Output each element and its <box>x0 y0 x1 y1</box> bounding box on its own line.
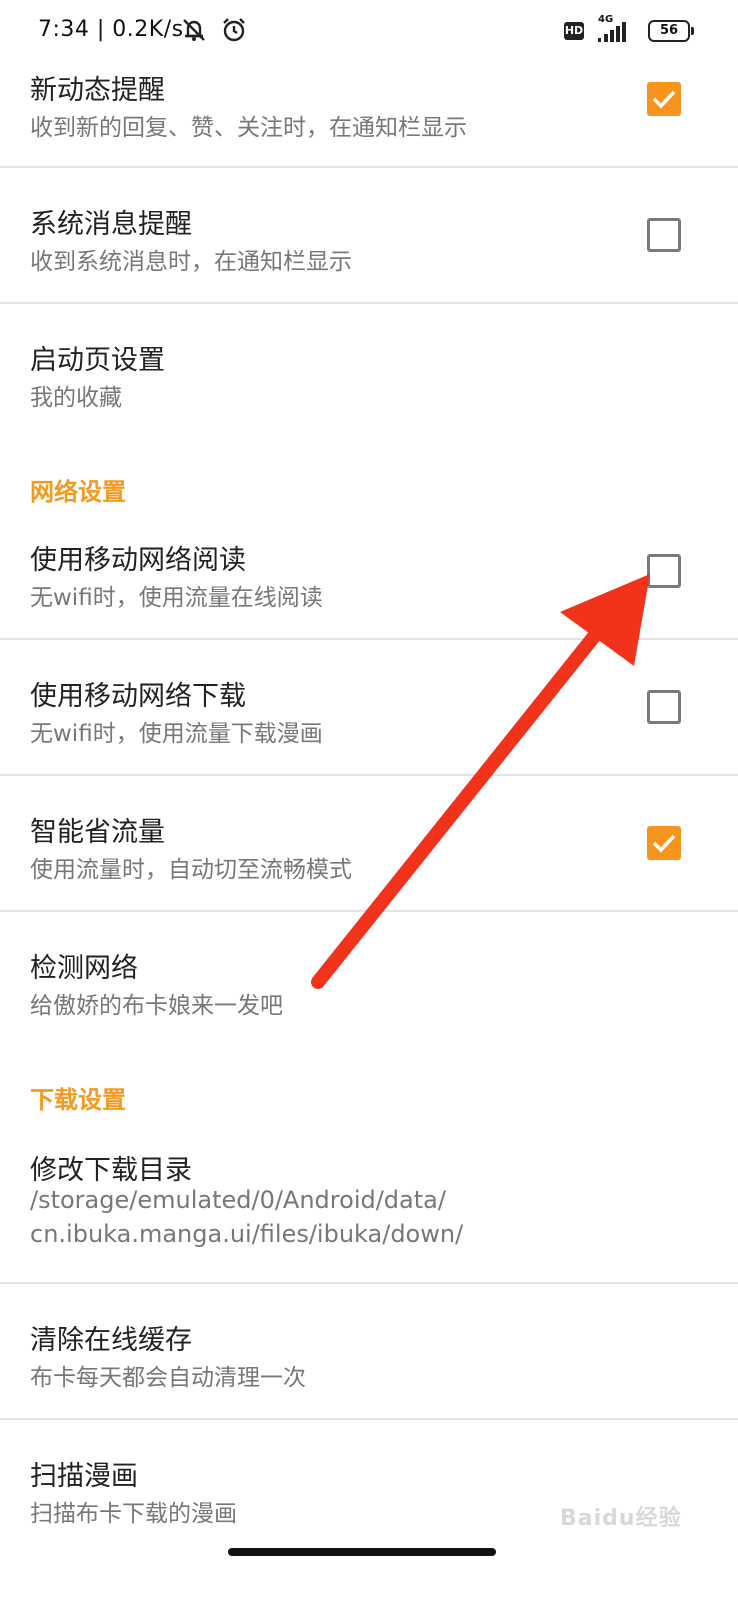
setting-subtitle: 收到新的回复、赞、关注时，在通知栏显示 <box>30 115 467 141</box>
setting-title: 启动页设置 <box>30 345 165 376</box>
setting-mobile-download[interactable]: 使用移动网络下载 无wifi时，使用流量下载漫画 <box>0 640 738 774</box>
setting-title: 系统消息提醒 <box>30 209 192 240</box>
setting-subtitle: 给傲娇的布卡娘来一发吧 <box>30 993 283 1019</box>
setting-download-dir[interactable]: 修改下载目录 /storage/emulated/0/Android/data/… <box>0 1130 738 1282</box>
alarm-icon <box>220 16 248 44</box>
mute-bell-icon <box>180 16 208 44</box>
setting-subtitle-line2: cn.ibuka.manga.ui/files/ibuka/down/ <box>30 1220 464 1248</box>
setting-check-network[interactable]: 检测网络 给傲娇的布卡娘来一发吧 <box>0 912 738 1042</box>
setting-new-activity[interactable]: 新动态提醒 收到新的回复、赞、关注时，在通知栏显示 <box>0 64 738 168</box>
section-header-download: 下载设置 <box>30 1086 126 1114</box>
status-time: 7:34 | 0.2K/s <box>38 17 184 42</box>
system-message-checkbox[interactable] <box>647 218 681 252</box>
setting-subtitle: 扫描布卡下载的漫画 <box>30 1501 237 1527</box>
status-bar: 7:34 | 0.2K/s HD 4G 56 <box>0 0 738 64</box>
mobile-download-checkbox[interactable] <box>647 690 681 724</box>
setting-subtitle: 无wifi时，使用流量下载漫画 <box>30 721 323 747</box>
new-activity-checkbox[interactable] <box>647 82 681 116</box>
setting-system-message[interactable]: 系统消息提醒 收到系统消息时，在通知栏显示 <box>0 168 738 302</box>
home-indicator[interactable] <box>228 1548 496 1556</box>
setting-title: 新动态提醒 <box>30 75 165 106</box>
setting-clear-cache[interactable]: 清除在线缓存 布卡每天都会自动清理一次 <box>0 1284 738 1418</box>
setting-subtitle: 布卡每天都会自动清理一次 <box>30 1365 306 1391</box>
setting-subtitle: 我的收藏 <box>30 385 122 411</box>
setting-title: 使用移动网络下载 <box>30 681 246 712</box>
smart-data-checkbox[interactable] <box>647 826 681 860</box>
setting-title: 修改下载目录 <box>30 1155 192 1186</box>
setting-subtitle: 收到系统消息时，在通知栏显示 <box>30 249 352 275</box>
mobile-read-checkbox[interactable] <box>647 554 681 588</box>
setting-title: 使用移动网络阅读 <box>30 545 246 576</box>
setting-title: 检测网络 <box>30 953 138 984</box>
setting-subtitle-line1: /storage/emulated/0/Android/data/ <box>30 1186 446 1214</box>
setting-title: 扫描漫画 <box>30 1461 138 1492</box>
watermark: Baidu经验 <box>560 1506 682 1531</box>
setting-mobile-read[interactable]: 使用移动网络阅读 无wifi时，使用流量在线阅读 <box>0 520 738 638</box>
signal-icon <box>598 22 626 42</box>
setting-smart-data[interactable]: 智能省流量 使用流量时，自动切至流畅模式 <box>0 776 738 910</box>
setting-subtitle: 使用流量时，自动切至流畅模式 <box>30 857 352 883</box>
setting-title: 清除在线缓存 <box>30 1325 192 1356</box>
setting-title: 智能省流量 <box>30 817 165 848</box>
hd-badge: HD <box>564 22 584 40</box>
battery-indicator: 56 <box>648 20 694 42</box>
setting-subtitle: 无wifi时，使用流量在线阅读 <box>30 585 323 611</box>
setting-launch-page[interactable]: 启动页设置 我的收藏 <box>0 304 738 434</box>
section-header-network: 网络设置 <box>30 478 126 506</box>
